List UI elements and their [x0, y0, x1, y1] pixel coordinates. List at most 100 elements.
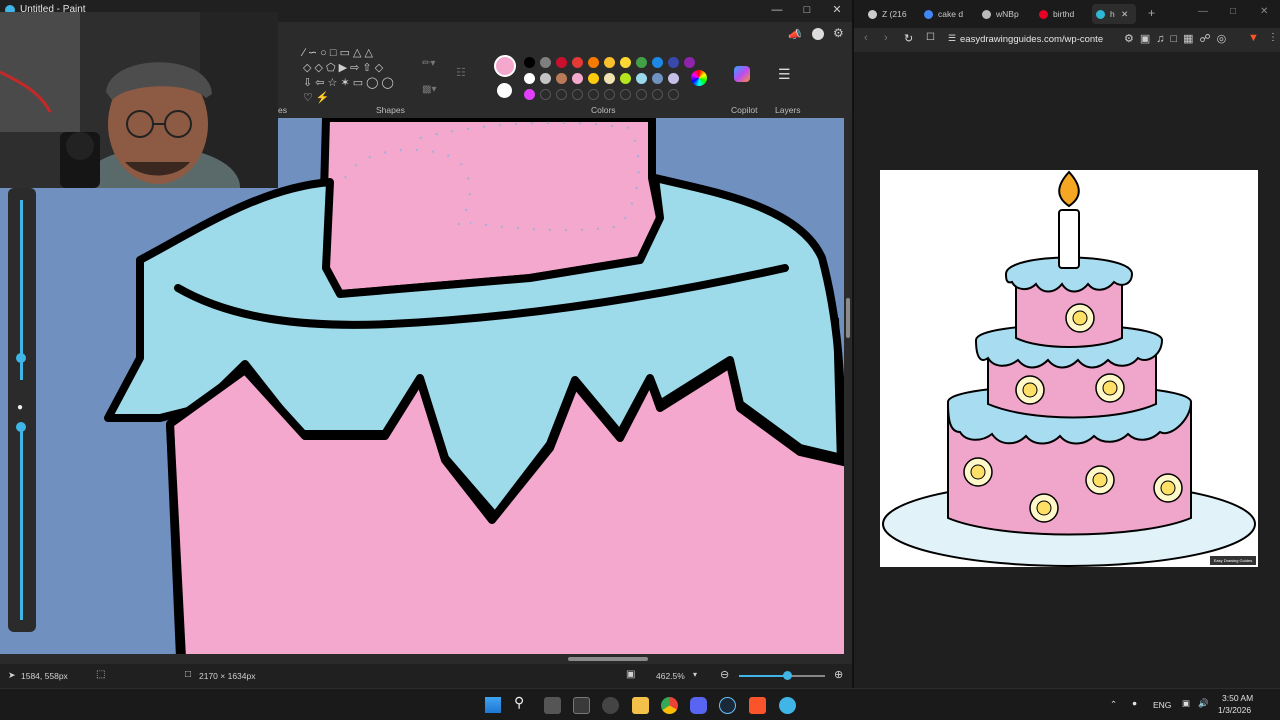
volume-icon[interactable]: 🔊: [1198, 698, 1209, 709]
file-explorer-icon[interactable]: [632, 697, 649, 714]
shape-outline-size-icon[interactable]: ☷: [456, 66, 466, 79]
opacity-slider-thumb[interactable]: [16, 422, 26, 432]
account-icon[interactable]: [812, 28, 824, 40]
color-swatch[interactable]: [604, 73, 615, 84]
tray-overflow-icon[interactable]: ⌃: [1110, 699, 1117, 710]
empty-color-slot[interactable]: [556, 89, 567, 100]
color-swatch[interactable]: [588, 73, 599, 84]
zoom-dropdown-icon[interactable]: ▾: [693, 670, 697, 679]
minimize-icon[interactable]: —: [762, 0, 792, 22]
chrome-icon[interactable]: [661, 697, 678, 714]
layers-label[interactable]: Layers: [775, 105, 801, 115]
color-swatch[interactable]: [524, 57, 535, 68]
color-swatch[interactable]: [652, 73, 663, 84]
color-swatch[interactable]: [540, 57, 551, 68]
browser-maximize-icon[interactable]: □: [1230, 6, 1236, 17]
brave-icon[interactable]: [749, 697, 766, 714]
fit-to-window-icon[interactable]: ▣: [626, 669, 635, 680]
extensions-toolbar-icons[interactable]: ⚙▣♫□▦☍◎: [1124, 32, 1232, 45]
zoom-level[interactable]: 462.5%: [656, 671, 685, 681]
vertical-scroll-thumb[interactable]: [846, 298, 850, 338]
tab-close-icon[interactable]: ✕: [1121, 9, 1128, 19]
tab-1[interactable]: Z (216: [868, 4, 907, 24]
empty-color-slot[interactable]: [572, 89, 583, 100]
clock-time[interactable]: 3:50 AM: [1222, 693, 1253, 703]
copilot-icon[interactable]: [734, 66, 750, 82]
obs-icon[interactable]: [602, 697, 619, 714]
paint-canvas[interactable]: [0, 118, 852, 658]
color-swatch[interactable]: [572, 57, 583, 68]
layers-icon[interactable]: ☰: [778, 66, 791, 83]
shape-fill-icon[interactable]: ▩▾: [422, 84, 436, 95]
bookmark-icon[interactable]: ☐: [926, 32, 935, 43]
color-swatch[interactable]: [620, 73, 631, 84]
site-info-icon[interactable]: ☰: [948, 33, 956, 44]
discord-icon[interactable]: [690, 697, 707, 714]
horizontal-scroll-thumb[interactable]: [568, 657, 648, 661]
browser-menu-icon[interactable]: ⋮: [1268, 32, 1278, 43]
empty-color-slot[interactable]: [636, 89, 647, 100]
copilot-label[interactable]: Copilot: [731, 105, 757, 115]
browser-close-icon[interactable]: ✕: [1260, 6, 1268, 17]
color-swatch[interactable]: [556, 73, 567, 84]
language-indicator[interactable]: ENG: [1153, 700, 1171, 710]
color-swatch[interactable]: [604, 57, 615, 68]
settings-icon[interactable]: ⚙: [833, 26, 844, 40]
tab-5-active[interactable]: h ✕: [1092, 4, 1136, 24]
color-swatch[interactable]: [652, 57, 663, 68]
color-swatch[interactable]: [524, 73, 535, 84]
color-swatch[interactable]: [540, 73, 551, 84]
store-icon[interactable]: [573, 697, 590, 714]
zoom-in-icon[interactable]: ⊕: [834, 668, 843, 681]
color-swatch[interactable]: [684, 57, 695, 68]
search-icon[interactable]: ⚲: [514, 694, 524, 711]
empty-color-slot[interactable]: [540, 89, 551, 100]
steam-icon[interactable]: [719, 697, 736, 714]
shapes-gallery[interactable]: ∕ ∽ ○ □ ▭ △ △ ◇ ◇ ⬠ ▶ ⇨ ⇧ ◇ ⇩ ⇦ ☆ ✶ ▭ ◯ …: [303, 46, 411, 106]
maximize-icon[interactable]: □: [792, 0, 822, 22]
microphone-icon[interactable]: ●: [1132, 698, 1137, 708]
empty-color-slot[interactable]: [652, 89, 663, 100]
network-icon[interactable]: ▣: [1182, 698, 1190, 709]
primary-color-swatch[interactable]: [494, 55, 516, 77]
color-swatch[interactable]: [668, 57, 679, 68]
brave-shield-icon[interactable]: ▼: [1248, 32, 1259, 44]
color-swatch[interactable]: [636, 57, 647, 68]
zoom-out-icon[interactable]: ⊖: [720, 668, 729, 681]
vertical-scrollbar[interactable]: [844, 118, 852, 654]
color-swatch[interactable]: [668, 73, 679, 84]
edit-colors-icon[interactable]: [691, 70, 707, 86]
shape-outline-icon[interactable]: ✏▾: [422, 58, 435, 69]
color-swatch[interactable]: [620, 57, 631, 68]
empty-color-slot[interactable]: [620, 89, 631, 100]
empty-color-slot[interactable]: [668, 89, 679, 100]
paint-taskbar-icon[interactable]: [779, 697, 796, 714]
custom-color-swatch[interactable]: [524, 89, 535, 100]
tab-4[interactable]: birthd: [1039, 4, 1074, 24]
zoom-slider-thumb[interactable]: [783, 671, 792, 680]
new-tab-icon[interactable]: +: [1148, 6, 1155, 20]
feedback-icon[interactable]: 📣: [788, 28, 802, 41]
horizontal-scrollbar[interactable]: [0, 654, 852, 664]
close-icon[interactable]: ✕: [822, 0, 852, 22]
zoom-slider-track[interactable]: [739, 671, 825, 680]
empty-color-slot[interactable]: [588, 89, 599, 100]
task-view-icon[interactable]: [544, 697, 561, 714]
color-swatch[interactable]: [588, 57, 599, 68]
clock-date[interactable]: 1/3/2026: [1218, 705, 1251, 715]
color-swatch[interactable]: [636, 73, 647, 84]
browser-minimize-icon[interactable]: —: [1198, 6, 1208, 17]
tab-3[interactable]: wNBp: [982, 4, 1019, 24]
empty-color-slot[interactable]: [604, 89, 615, 100]
color-swatch[interactable]: [556, 57, 567, 68]
color-swatch[interactable]: [572, 73, 583, 84]
url-field[interactable]: easydrawingguides.com/wp-conte: [960, 32, 1120, 48]
windows-start-icon[interactable]: [485, 697, 501, 713]
size-slider-thumb-1[interactable]: [16, 353, 26, 363]
reload-icon[interactable]: ↻: [904, 32, 913, 45]
secondary-color-swatch[interactable]: [497, 83, 512, 98]
tab-2[interactable]: cake d: [924, 4, 963, 24]
back-icon[interactable]: ‹: [864, 32, 868, 44]
forward-icon[interactable]: ›: [884, 32, 888, 44]
opacity-slider-track[interactable]: [20, 424, 23, 620]
